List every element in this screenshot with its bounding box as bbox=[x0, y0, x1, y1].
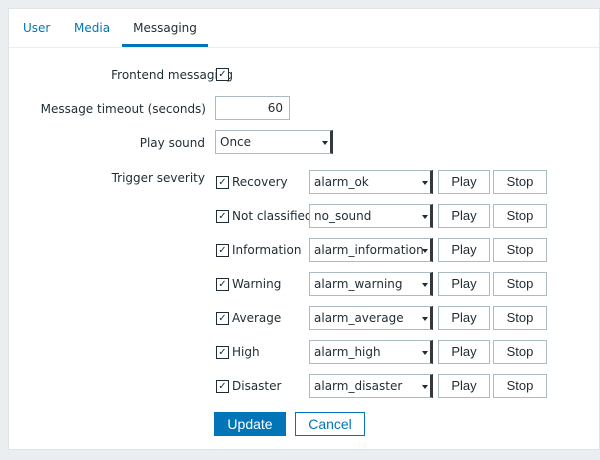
tab-user[interactable]: User bbox=[23, 9, 50, 47]
severity-label: Recovery bbox=[232, 175, 288, 189]
tab-messaging[interactable]: Messaging bbox=[122, 9, 208, 47]
frontend-messaging-checkbox[interactable] bbox=[216, 68, 229, 81]
severity-label: High bbox=[232, 345, 260, 359]
severity-checkbox[interactable] bbox=[216, 210, 229, 223]
severity-sound-select[interactable]: alarm_disaster bbox=[309, 374, 433, 398]
play-button[interactable]: Play bbox=[438, 272, 490, 296]
severity-checkbox[interactable] bbox=[216, 380, 229, 393]
severity-sound-select[interactable]: alarm_average bbox=[309, 306, 433, 330]
play-button[interactable]: Play bbox=[438, 306, 490, 330]
chevron-down-icon bbox=[322, 141, 328, 145]
severity-checkbox[interactable] bbox=[216, 346, 229, 359]
severity-sound-value: alarm_average bbox=[314, 311, 404, 325]
severity-sound-value: no_sound bbox=[314, 209, 372, 223]
chevron-down-icon bbox=[422, 181, 428, 185]
stop-button[interactable]: Stop bbox=[493, 204, 547, 228]
severity-sound-value: alarm_disaster bbox=[314, 379, 403, 393]
severity-sound-value: alarm_high bbox=[314, 345, 381, 359]
tab-bar: User Media Messaging bbox=[9, 9, 599, 48]
severity-sound-select[interactable]: alarm_ok bbox=[309, 170, 433, 194]
frontend-messaging-label: Frontend messaging bbox=[111, 68, 233, 82]
tab-media[interactable]: Media bbox=[74, 9, 110, 47]
message-timeout-input[interactable]: 60 bbox=[215, 96, 290, 120]
update-button[interactable]: Update bbox=[214, 412, 286, 436]
severity-sound-select[interactable]: no_sound bbox=[309, 204, 433, 228]
message-timeout-label: Message timeout (seconds) bbox=[40, 102, 206, 116]
cancel-button[interactable]: Cancel bbox=[295, 412, 365, 436]
trigger-severity-label: Trigger severity bbox=[111, 171, 205, 185]
stop-button[interactable]: Stop bbox=[493, 272, 547, 296]
chevron-down-icon bbox=[422, 317, 428, 321]
severity-checkbox[interactable] bbox=[216, 244, 229, 257]
severity-sound-select[interactable]: alarm_high bbox=[309, 340, 433, 364]
play-sound-select[interactable]: Once bbox=[215, 130, 333, 154]
messaging-panel: User Media Messaging Frontend messaging … bbox=[8, 8, 600, 450]
severity-sound-value: alarm_warning bbox=[314, 277, 403, 291]
chevron-down-icon bbox=[422, 249, 428, 253]
play-button[interactable]: Play bbox=[438, 170, 490, 194]
severity-label: Warning bbox=[232, 277, 282, 291]
stop-button[interactable]: Stop bbox=[493, 374, 547, 398]
play-button[interactable]: Play bbox=[438, 238, 490, 262]
stop-button[interactable]: Stop bbox=[493, 238, 547, 262]
severity-sound-select[interactable]: alarm_information bbox=[309, 238, 433, 262]
stop-button[interactable]: Stop bbox=[493, 306, 547, 330]
severity-checkbox[interactable] bbox=[216, 176, 229, 189]
stop-button[interactable]: Stop bbox=[493, 340, 547, 364]
chevron-down-icon bbox=[422, 351, 428, 355]
stop-button[interactable]: Stop bbox=[493, 170, 547, 194]
severity-label: Information bbox=[232, 243, 302, 257]
severity-label: Average bbox=[232, 311, 282, 325]
severity-label: Disaster bbox=[232, 379, 282, 393]
severity-checkbox[interactable] bbox=[216, 312, 229, 325]
play-button[interactable]: Play bbox=[438, 340, 490, 364]
play-sound-label: Play sound bbox=[139, 136, 205, 150]
severity-sound-value: alarm_information bbox=[314, 243, 424, 257]
chevron-down-icon bbox=[422, 385, 428, 389]
severity-label: Not classified bbox=[232, 209, 313, 223]
play-button[interactable]: Play bbox=[438, 204, 490, 228]
play-sound-value: Once bbox=[220, 135, 252, 149]
chevron-down-icon bbox=[422, 215, 428, 219]
play-button[interactable]: Play bbox=[438, 374, 490, 398]
severity-sound-value: alarm_ok bbox=[314, 175, 369, 189]
severity-checkbox[interactable] bbox=[216, 278, 229, 291]
severity-sound-select[interactable]: alarm_warning bbox=[309, 272, 433, 296]
chevron-down-icon bbox=[422, 283, 428, 287]
